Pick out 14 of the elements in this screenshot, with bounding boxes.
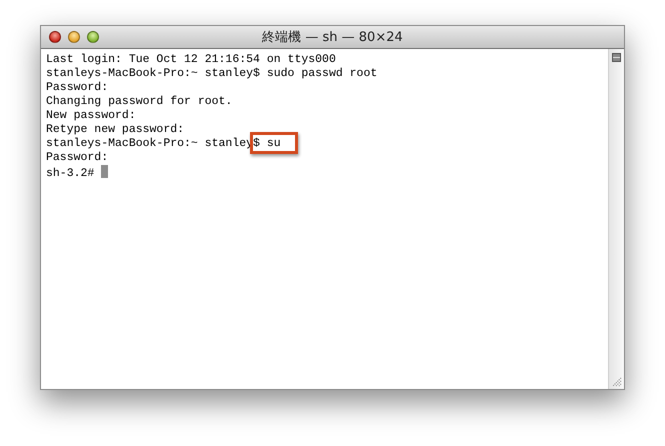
terminal-line: stanleys-MacBook-Pro:~ stanley$ sudo passwd root <box>46 67 378 80</box>
terminal-line: New password: <box>46 109 136 122</box>
terminal-line: sh-3.2# <box>46 167 94 180</box>
terminal-line: Changing password for root. <box>46 95 232 108</box>
terminal-line: Last login: Tue Oct 12 21:16:54 on ttys000 <box>46 53 336 66</box>
window-title: 終端機 — sh — 80×24 <box>261 29 404 46</box>
minimize-button[interactable] <box>68 31 80 43</box>
terminal-line: Retype new password: <box>46 123 184 136</box>
close-button[interactable] <box>49 31 61 43</box>
resize-grip-icon[interactable] <box>611 376 622 387</box>
zoom-button[interactable] <box>87 31 99 43</box>
terminal-line: Password: <box>46 81 108 94</box>
terminal-line: Password: <box>46 151 108 164</box>
split-pane-icon[interactable] <box>612 53 621 62</box>
